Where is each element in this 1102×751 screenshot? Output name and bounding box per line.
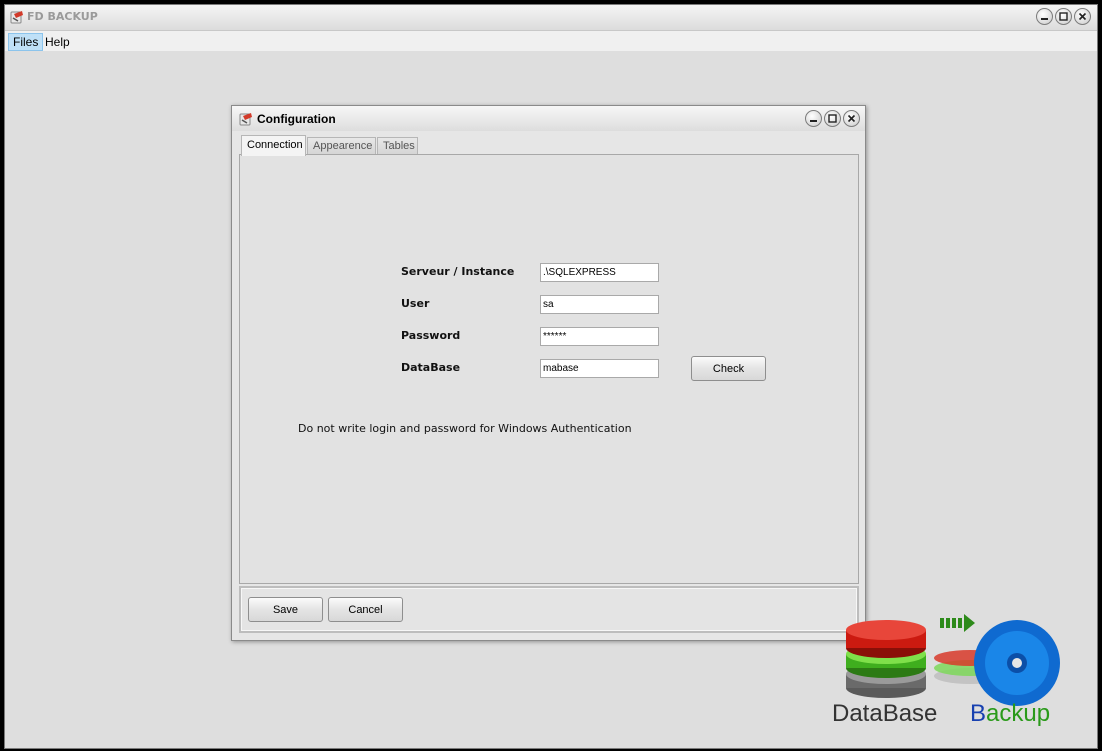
windows-auth-note: Do not write login and password for Wind… [298, 422, 632, 435]
database-label: DataBase [401, 361, 461, 374]
close-button[interactable] [1074, 8, 1091, 25]
logo-backup-text: Backup [970, 700, 1050, 728]
password-input[interactable] [540, 327, 659, 346]
app-logo-icon [239, 113, 252, 126]
minimize-icon [1041, 18, 1048, 20]
tab-connection[interactable]: Connection [241, 135, 306, 156]
menu-help[interactable]: Help [41, 33, 74, 51]
dialog-close-button[interactable] [843, 110, 860, 127]
cancel-button[interactable]: Cancel [328, 597, 403, 622]
password-label: Password [401, 329, 461, 342]
server-label: Serveur / Instance [401, 265, 515, 278]
close-icon [1078, 12, 1087, 21]
check-button[interactable]: Check [691, 356, 766, 381]
minimize-icon [810, 120, 817, 122]
user-label: User [401, 297, 430, 310]
logo-database-text: DataBase [832, 700, 938, 727]
user-input[interactable] [540, 295, 659, 314]
configuration-dialog: Configuration Connection Appearence Tabl… [231, 105, 866, 641]
database-stack-icon [846, 620, 926, 698]
fd-backup-logo: DataBase Backup [826, 610, 1066, 730]
tab-appearence[interactable]: Appearence [307, 137, 376, 155]
dialog-title-bar[interactable]: Configuration [232, 106, 865, 131]
main-title-bar[interactable]: FD BACKUP [5, 5, 1097, 31]
maximize-icon [1059, 12, 1068, 21]
dialog-footer: Save Cancel [239, 586, 859, 633]
window-title: FD BACKUP [27, 10, 98, 23]
app-logo-icon [10, 11, 23, 24]
tab-tables[interactable]: Tables [377, 137, 418, 155]
menu-files[interactable]: Files [8, 33, 44, 51]
dialog-title: Configuration [257, 112, 336, 126]
save-button[interactable]: Save [248, 597, 323, 622]
maximize-button[interactable] [1055, 8, 1072, 25]
minimize-button[interactable] [1036, 8, 1053, 25]
connection-panel: Serveur / Instance User Password DataBas… [239, 154, 859, 584]
maximize-icon [828, 114, 837, 123]
server-input[interactable] [540, 263, 659, 282]
backup-disc-icon [974, 620, 1060, 706]
logo-backup-word: Backup [970, 700, 1051, 727]
dialog-maximize-button[interactable] [824, 110, 841, 127]
dialog-minimize-button[interactable] [805, 110, 822, 127]
menu-bar: Files Help [5, 31, 1097, 51]
close-icon [847, 114, 856, 123]
database-input[interactable] [540, 359, 659, 378]
